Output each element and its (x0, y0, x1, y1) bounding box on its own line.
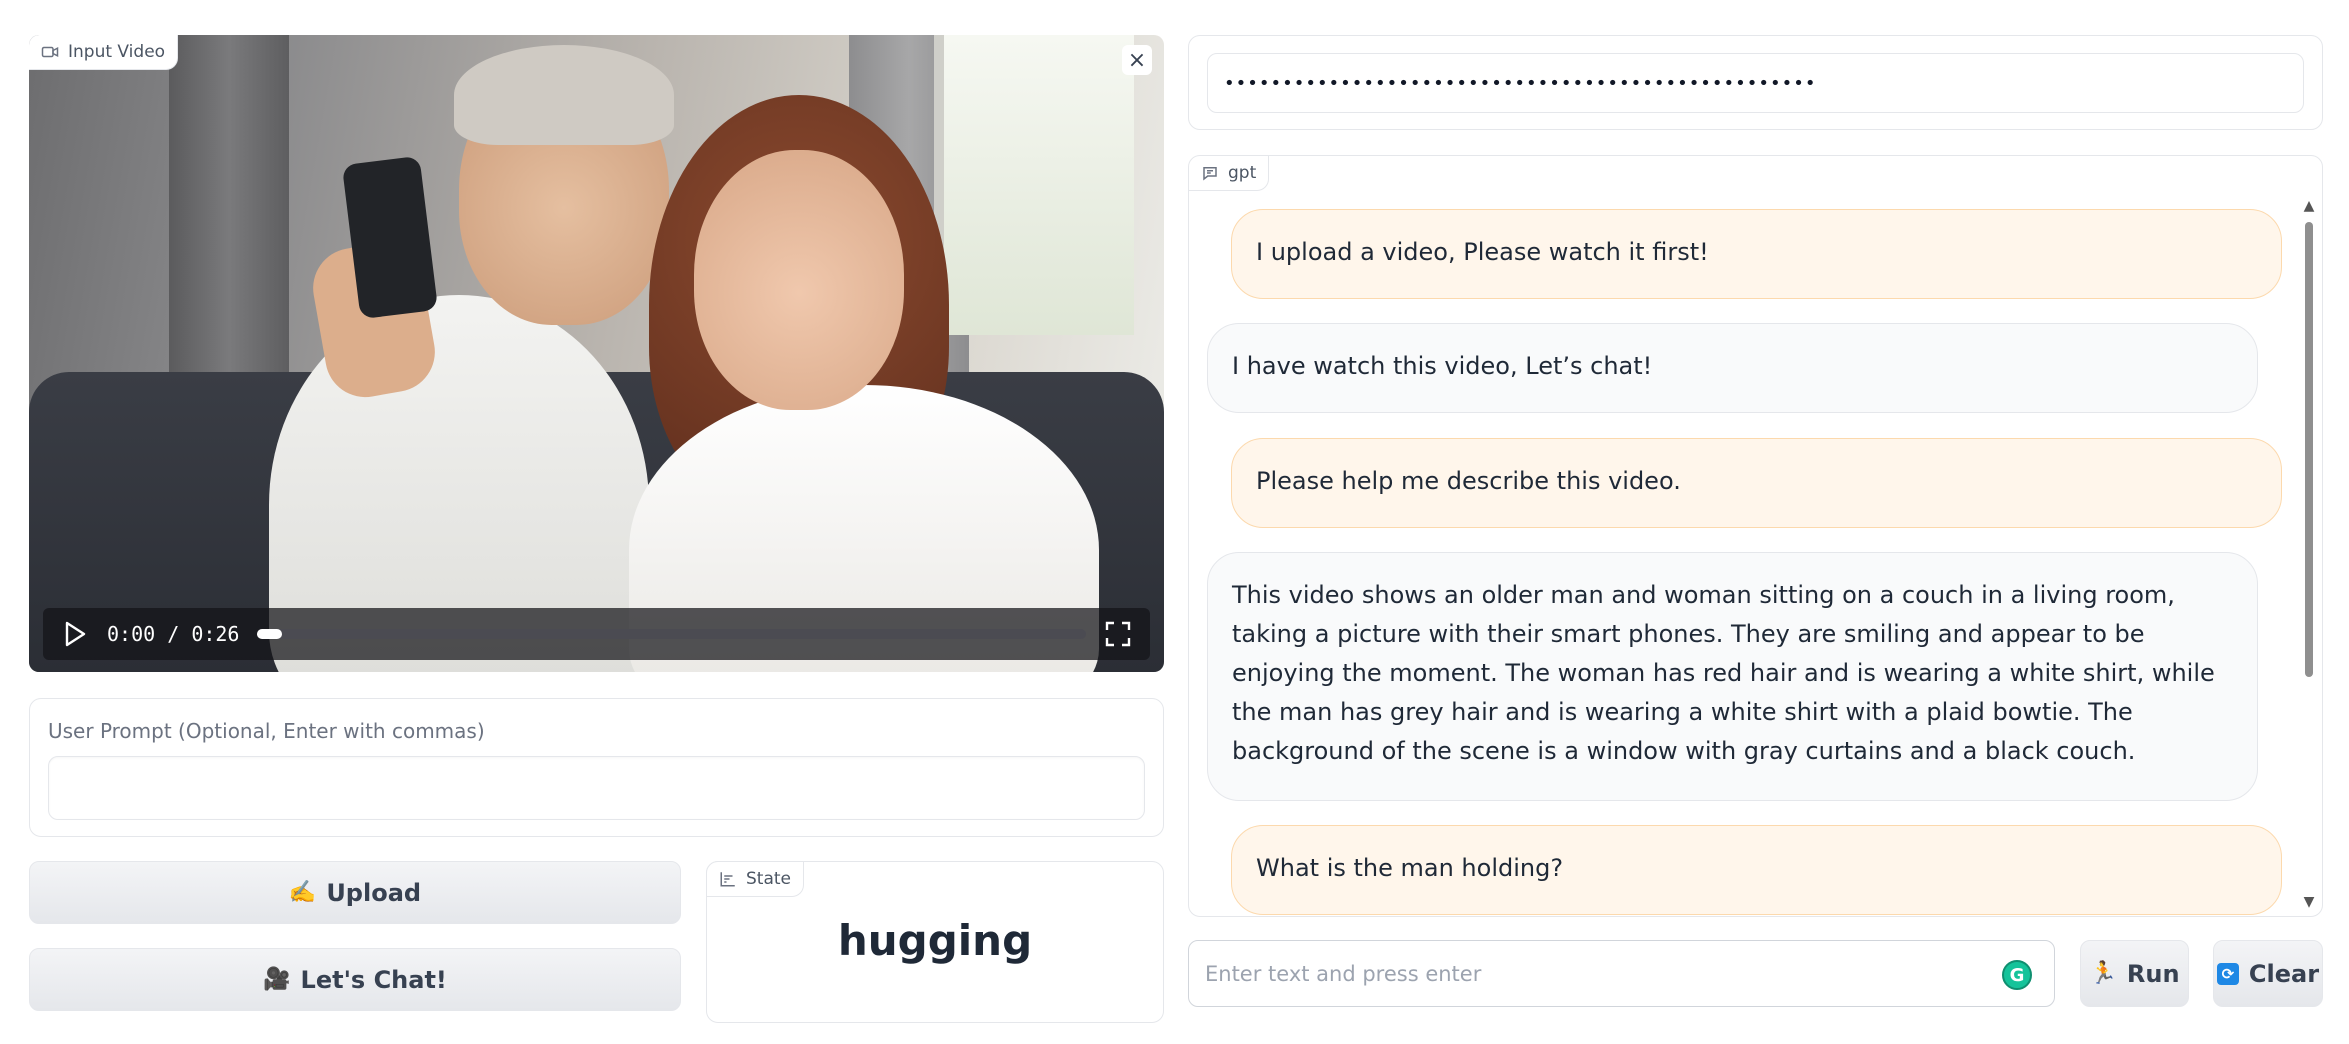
state-label: State (746, 869, 791, 889)
close-video-button[interactable]: × (1122, 45, 1152, 75)
user-prompt-label: User Prompt (Optional, Enter with commas… (48, 719, 485, 743)
lets-chat-button-label: Let's Chat! (300, 965, 447, 994)
video-label-tag: Input Video (29, 35, 179, 70)
chat-message-user: What is the man holding? (1231, 825, 2282, 915)
scroll-thumb[interactable] (2305, 222, 2313, 677)
refresh-icon: ⟳ (2216, 962, 2239, 985)
video-camera-icon: 🎥 (263, 967, 291, 992)
video-controls: 0:00 / 0:26 (43, 608, 1150, 660)
scroll-up-arrow-icon[interactable]: ▲ (2302, 199, 2316, 213)
video-progress-fill (257, 629, 283, 639)
clear-button[interactable]: ⟳ Clear (2213, 940, 2323, 1007)
video-time: 0:00 / 0:26 (107, 622, 239, 646)
man-hair (454, 45, 674, 145)
input-video-player[interactable]: Input Video × 0:00 / 0:26 (29, 35, 1164, 672)
scroll-down-arrow-icon[interactable]: ▼ (2302, 895, 2316, 909)
play-icon (65, 621, 86, 647)
state-value: hugging (837, 916, 1033, 965)
close-icon: × (1127, 47, 1147, 73)
duration: 0:26 (191, 622, 240, 646)
run-button-label: Run (2126, 959, 2180, 988)
chat-icon (1203, 167, 1217, 181)
fullscreen-icon (1105, 621, 1131, 647)
time-separator: / (167, 622, 180, 646)
video-camera-icon (41, 46, 59, 58)
play-button[interactable] (61, 620, 89, 648)
clear-button-label: Clear (2248, 959, 2320, 988)
chatbot-label: gpt (1228, 163, 1257, 183)
state-panel: State hugging (706, 861, 1164, 1023)
state-label-tag: State (706, 861, 804, 897)
chat-messages: I upload a video, Please watch it first!… (1207, 209, 2282, 916)
user-prompt-input[interactable] (48, 756, 1145, 820)
video-progress-bar[interactable] (257, 629, 1086, 639)
user-prompt-panel: User Prompt (Optional, Enter with commas… (29, 698, 1164, 837)
upload-button-label: Upload (326, 878, 422, 907)
chat-message-bot: I have watch this video, Let’s chat! (1207, 323, 2258, 413)
chat-input-placeholder: Enter text and press enter (1205, 961, 1482, 986)
grammarly-icon[interactable]: G (2002, 960, 2032, 990)
fullscreen-button[interactable] (1104, 620, 1132, 648)
video-label: Input Video (68, 42, 166, 62)
chat-message-bot: This video shows an older man and woman … (1207, 552, 2258, 801)
api-key-panel: ••••••••••••••••••••••••••••••••••••••••… (1188, 35, 2323, 130)
chatbot-label-tag: gpt (1189, 156, 1270, 191)
chat-message-user: Please help me describe this video. (1231, 438, 2282, 528)
chat-scrollbar[interactable]: ▲ ▼ (2302, 199, 2316, 909)
upload-button[interactable]: ✍️ Upload (29, 861, 681, 924)
chatbot-panel: gpt I upload a video, Please watch it fi… (1188, 155, 2323, 917)
window (934, 35, 1134, 335)
video-frame (29, 35, 1164, 672)
run-button[interactable]: 🏃 Run (2080, 940, 2189, 1007)
woman-head (694, 150, 904, 410)
chat-message-user: I upload a video, Please watch it first! (1231, 209, 2282, 299)
writing-hand-icon: ✍️ (288, 880, 317, 905)
lets-chat-button[interactable]: 🎥 Let's Chat! (29, 948, 681, 1011)
chart-icon (720, 872, 735, 887)
chat-text-input[interactable]: Enter text and press enter G (1188, 940, 2055, 1007)
scroll-track (2305, 222, 2313, 886)
api-key-input[interactable]: ••••••••••••••••••••••••••••••••••••••••… (1207, 53, 2304, 113)
current-time: 0:00 (107, 622, 156, 646)
running-person-icon: 🏃 (2089, 961, 2117, 986)
